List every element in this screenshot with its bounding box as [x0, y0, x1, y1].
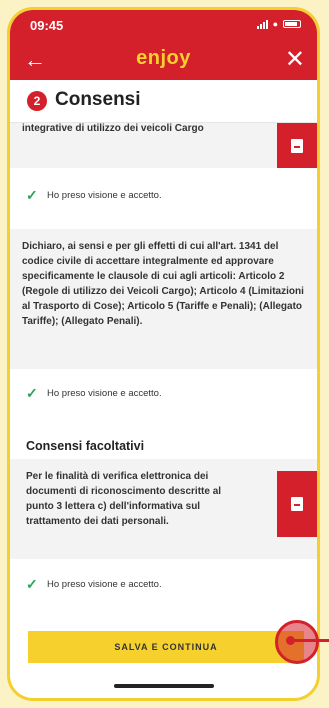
step-badge: 2 [27, 91, 47, 111]
checkbox-label: Ho preso visione e accetto. [47, 388, 162, 399]
checkmark-icon: ✓ [26, 187, 38, 203]
close-icon[interactable]: ✕ [285, 45, 305, 74]
home-indicator [113, 684, 214, 688]
consent-card-3-text: Per le finalità di verifica elettronica … [26, 471, 222, 527]
consent-checkbox-2[interactable]: ✓ Ho preso visione e accetto. [26, 385, 162, 401]
tap-dot [286, 636, 295, 645]
consent-checkbox-1[interactable]: ✓ Ho preso visione e accetto. [26, 187, 162, 203]
status-bar: 09:45 ● [10, 10, 317, 40]
checkmark-icon: ✓ [26, 385, 38, 401]
consent-card-1-text: integrative di utilizzo dei veicoli Carg… [22, 123, 204, 134]
section-title: Consensi [55, 89, 141, 110]
optional-consents-title: Consensi facoltativi [26, 439, 145, 453]
status-time: 09:45 [30, 18, 64, 33]
save-and-continue-button[interactable]: SALVA E CONTINUA [28, 631, 304, 663]
tap-indicator [275, 620, 329, 664]
checkbox-label: Ho preso visione e accetto. [47, 190, 162, 201]
consent-card-2: Dichiaro, ai sensi e per gli effetti di … [10, 229, 317, 369]
consent-card-1: integrative di utilizzo dei veicoli Carg… [10, 123, 317, 168]
phone-frame: 09:45 ● ← enjoy ✕ 2 Consensi integrative… [7, 7, 320, 701]
checkmark-icon: ✓ [26, 576, 38, 592]
consent-checkbox-3[interactable]: ✓ Ho preso visione e accetto. [26, 576, 162, 592]
back-arrow-icon[interactable]: ← [24, 47, 46, 73]
section-header: 2 Consensi [10, 80, 317, 123]
document-icon [291, 497, 303, 511]
consent-card-2-text: Dichiaro, ai sensi e per gli effetti di … [22, 241, 304, 327]
checkbox-label: Ho preso visione e accetto. [47, 579, 162, 590]
document-download-button[interactable] [277, 471, 317, 537]
wifi-icon: ● [272, 19, 278, 29]
status-icons: ● [256, 19, 301, 29]
enjoy-logo: enjoy [136, 47, 191, 69]
app-bar: ← enjoy ✕ [10, 40, 317, 80]
document-download-button[interactable] [277, 123, 317, 168]
document-icon [291, 138, 303, 153]
signal-icon [256, 19, 268, 29]
consent-card-3: Per le finalità di verifica elettronica … [10, 459, 317, 559]
battery-icon [283, 20, 301, 28]
